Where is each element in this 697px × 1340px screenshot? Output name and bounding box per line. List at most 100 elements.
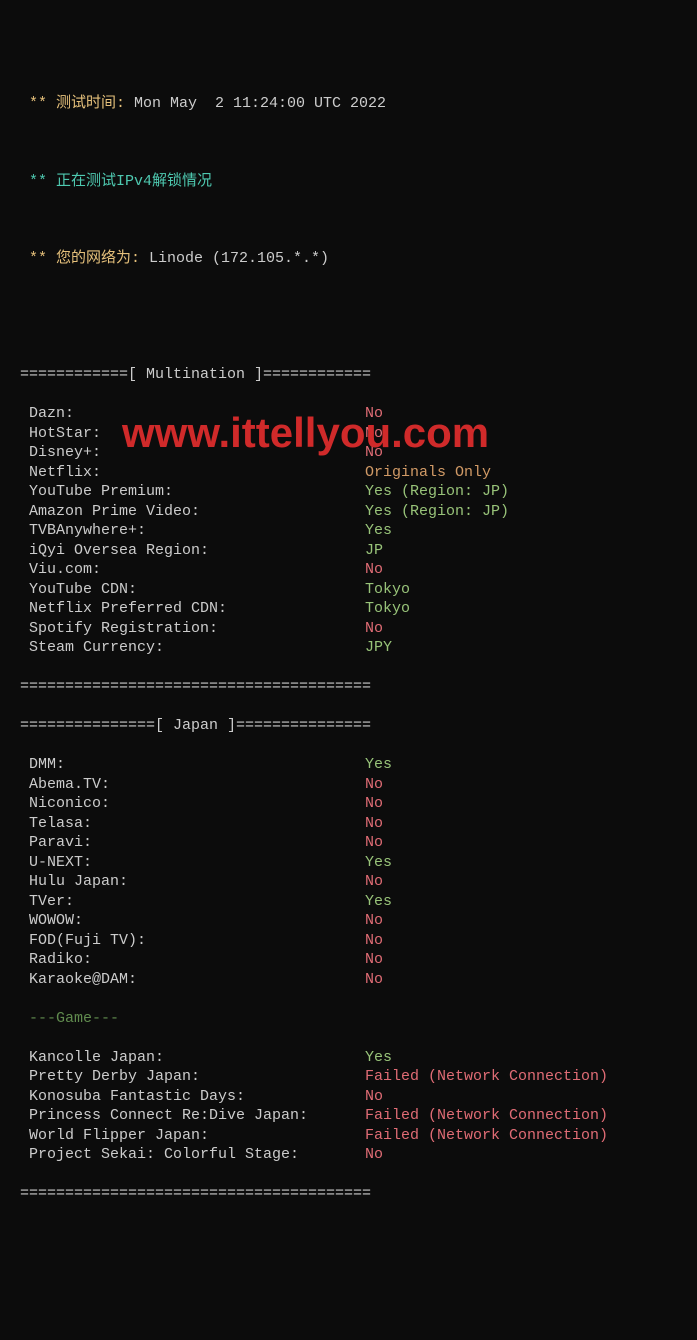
service-status: Failed (Network Connection) xyxy=(365,1127,608,1144)
service-status: No xyxy=(365,932,383,949)
result-row: Spotify Registration:No xyxy=(20,619,677,639)
result-row: Amazon Prime Video:Yes (Region: JP) xyxy=(20,502,677,522)
service-status: No xyxy=(365,834,383,851)
watermark: www.ittellyou.com xyxy=(122,406,489,461)
result-row: Netflix Preferred CDN:Tokyo xyxy=(20,599,677,619)
service-label: World Flipper Japan: xyxy=(20,1126,365,1146)
service-status: Tokyo xyxy=(365,581,410,598)
result-row: FOD(Fuji TV):No xyxy=(20,931,677,951)
service-label: Niconico: xyxy=(20,794,365,814)
service-status: No xyxy=(365,815,383,832)
service-label: Karaoke@DAM: xyxy=(20,970,365,990)
service-status: No xyxy=(365,873,383,890)
result-row: World Flipper Japan:Failed (Network Conn… xyxy=(20,1126,677,1146)
separator-end: ======================================= xyxy=(20,677,677,697)
network-label: ** 您的网络为: xyxy=(20,250,149,267)
service-status: Failed (Network Connection) xyxy=(365,1107,608,1124)
result-row: Paravi:No xyxy=(20,833,677,853)
result-row: Konosuba Fantastic Days:No xyxy=(20,1087,677,1107)
service-label: Netflix: xyxy=(20,463,365,483)
service-status: No xyxy=(365,620,383,637)
service-label: Princess Connect Re:Dive Japan: xyxy=(20,1106,365,1126)
service-label: Viu.com: xyxy=(20,560,365,580)
result-row: DMM:Yes xyxy=(20,755,677,775)
service-label: Project Sekai: Colorful Stage: xyxy=(20,1145,365,1165)
service-status: Yes xyxy=(365,1049,392,1066)
result-row: Karaoke@DAM:No xyxy=(20,970,677,990)
service-status: Tokyo xyxy=(365,600,410,617)
game-subheader: ---Game--- xyxy=(20,1009,677,1029)
service-status: No xyxy=(365,561,383,578)
result-row: WOWOW:No xyxy=(20,911,677,931)
japan-separator: ===============[ Japan ]=============== xyxy=(20,716,677,736)
result-row: Pretty Derby Japan:Failed (Network Conne… xyxy=(20,1067,677,1087)
service-label: Telasa: xyxy=(20,814,365,834)
service-label: Hulu Japan: xyxy=(20,872,365,892)
service-status: Failed (Network Connection) xyxy=(365,1068,608,1085)
service-label: Konosuba Fantastic Days: xyxy=(20,1087,365,1107)
result-row: Telasa:No xyxy=(20,814,677,834)
service-status: Yes (Region: JP) xyxy=(365,483,509,500)
service-status: Yes xyxy=(365,522,392,539)
blank-line xyxy=(20,288,677,307)
result-row: U-NEXT:Yes xyxy=(20,853,677,873)
service-status: No xyxy=(365,951,383,968)
blank-line xyxy=(20,211,677,230)
service-label: Steam Currency: xyxy=(20,638,365,658)
result-row: TVBAnywhere+:Yes xyxy=(20,521,677,541)
multination-separator: ============[ Multination ]============ xyxy=(20,365,677,385)
result-row: YouTube CDN:Tokyo xyxy=(20,580,677,600)
service-label: Spotify Registration: xyxy=(20,619,365,639)
service-status: JPY xyxy=(365,639,392,656)
service-label: TVBAnywhere+: xyxy=(20,521,365,541)
service-label: Paravi: xyxy=(20,833,365,853)
service-label: Kancolle Japan: xyxy=(20,1048,365,1068)
service-status: No xyxy=(365,776,383,793)
result-row: Kancolle Japan:Yes xyxy=(20,1048,677,1068)
network-value: Linode (172.105.*.*) xyxy=(149,250,329,267)
test-time-label: ** 测试时间: xyxy=(20,95,134,112)
network-line: ** 您的网络为: Linode (172.105.*.*) xyxy=(20,249,677,269)
service-status: Yes xyxy=(365,756,392,773)
service-label: Netflix Preferred CDN: xyxy=(20,599,365,619)
service-label: FOD(Fuji TV): xyxy=(20,931,365,951)
service-status: Yes xyxy=(365,854,392,871)
result-row: TVer:Yes xyxy=(20,892,677,912)
service-status: Yes xyxy=(365,893,392,910)
test-time-value: Mon May 2 11:24:00 UTC 2022 xyxy=(134,95,386,112)
result-row: Steam Currency:JPY xyxy=(20,638,677,658)
result-row: Princess Connect Re:Dive Japan:Failed (N… xyxy=(20,1106,677,1126)
service-status: No xyxy=(365,795,383,812)
test-time-line: ** 测试时间: Mon May 2 11:24:00 UTC 2022 xyxy=(20,94,677,114)
service-label: YouTube CDN: xyxy=(20,580,365,600)
service-status: No xyxy=(365,1146,383,1163)
service-status: No xyxy=(365,971,383,988)
service-status: JP xyxy=(365,542,383,559)
service-label: DMM: xyxy=(20,755,365,775)
service-status: Yes (Region: JP) xyxy=(365,503,509,520)
service-label: TVer: xyxy=(20,892,365,912)
blank-line xyxy=(20,327,677,346)
service-status: No xyxy=(365,912,383,929)
result-row: Project Sekai: Colorful Stage:No xyxy=(20,1145,677,1165)
result-row: Viu.com:No xyxy=(20,560,677,580)
service-label: YouTube Premium: xyxy=(20,482,365,502)
result-row: Niconico:No xyxy=(20,794,677,814)
blank-line xyxy=(20,133,677,152)
result-row: Abema.TV:No xyxy=(20,775,677,795)
separator-end: ======================================= xyxy=(20,1184,677,1204)
result-row: Hulu Japan:No xyxy=(20,872,677,892)
result-row: Netflix:Originals Only xyxy=(20,463,677,483)
testing-ipv4-line: ** 正在测试IPv4解锁情况 xyxy=(20,172,677,192)
service-label: Pretty Derby Japan: xyxy=(20,1067,365,1087)
service-status: No xyxy=(365,1088,383,1105)
service-label: Amazon Prime Video: xyxy=(20,502,365,522)
service-status: Originals Only xyxy=(365,464,491,481)
service-label: iQyi Oversea Region: xyxy=(20,541,365,561)
service-label: Radiko: xyxy=(20,950,365,970)
service-label: Abema.TV: xyxy=(20,775,365,795)
service-label: WOWOW: xyxy=(20,911,365,931)
result-row: iQyi Oversea Region:JP xyxy=(20,541,677,561)
result-row: Radiko:No xyxy=(20,950,677,970)
result-row: YouTube Premium:Yes (Region: JP) xyxy=(20,482,677,502)
